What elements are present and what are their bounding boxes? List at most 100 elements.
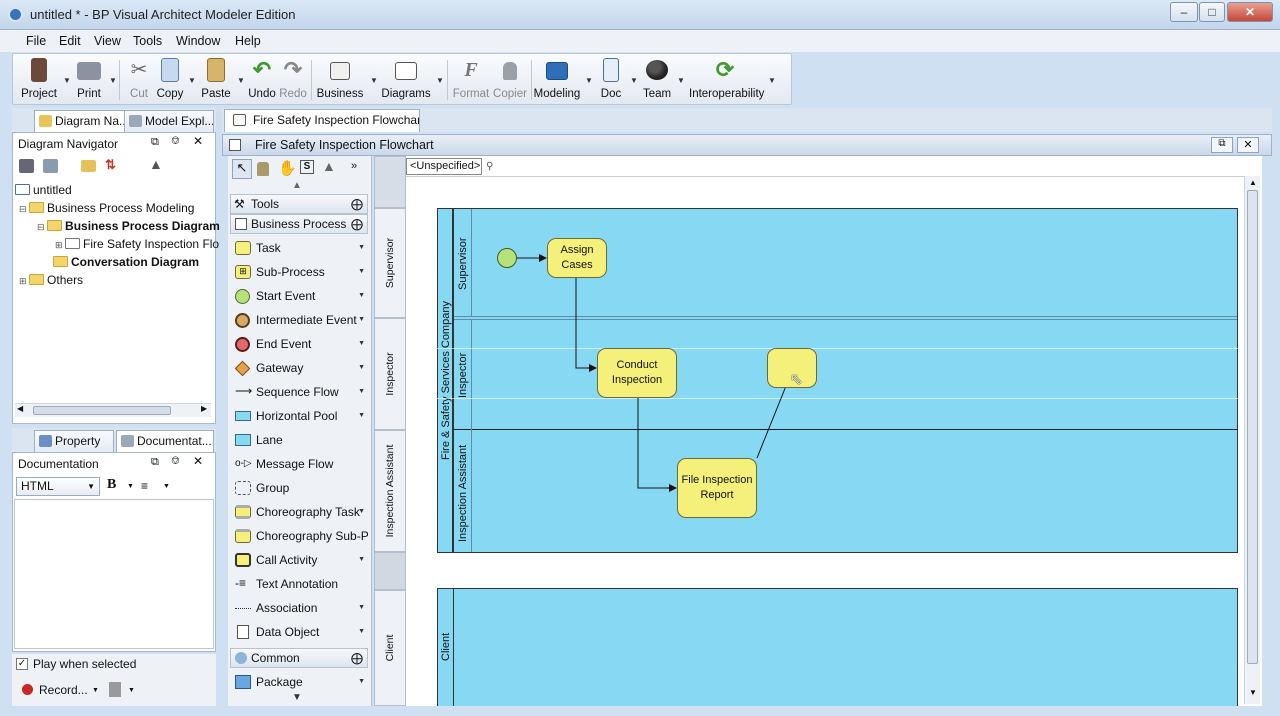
palette-item-sub-process[interactable]: ⊞ Sub-Process ▼ [230, 261, 368, 283]
palette-item-data-object[interactable]: Data Object ▼ [230, 621, 368, 643]
palette-item-intermediate-event[interactable]: Intermediate Event ▼ [230, 309, 368, 331]
palette-item-task[interactable]: Task ▼ [230, 237, 368, 259]
format-button[interactable]: F Format [451, 56, 491, 100]
task-conduct-inspection[interactable]: Conduct Inspection [597, 348, 677, 398]
close-button[interactable]: ✕ [1227, 2, 1273, 22]
sequence-flow-conduct-to-file[interactable] [637, 398, 677, 492]
align-dropdown-arrow[interactable]: ▼ [163, 483, 170, 490]
palette-item-horizontal-pool[interactable]: Horizontal Pool ▼ [230, 405, 368, 427]
tab-fire-safety-inspection-flowchart[interactable]: Fire Safety Inspection Flowchart [224, 109, 420, 132]
diagrams-dropdown-arrow[interactable]: ▼ [436, 76, 444, 85]
format-select[interactable]: HTML ▼ [16, 477, 100, 496]
palette-item-call-activity[interactable]: Call Activity ▼ [230, 549, 368, 571]
sequence-flow-assign-to-conduct[interactable] [575, 278, 597, 372]
menu-file[interactable]: File [26, 34, 46, 48]
team-dropdown-arrow[interactable]: ▼ [677, 76, 685, 85]
interoperability-dropdown-arrow[interactable]: ▼ [768, 76, 776, 85]
lane-tab-top[interactable] [374, 156, 406, 208]
maximize-button[interactable]: □ [1199, 2, 1225, 22]
palette-item-gateway[interactable]: Gateway ▼ [230, 357, 368, 379]
lane-tab-client[interactable]: Client [374, 590, 406, 706]
palette-item-start-event[interactable]: Start Event ▼ [230, 285, 368, 307]
business-button[interactable]: Business [315, 56, 365, 100]
lane-tab-supervisor[interactable]: Supervisor [374, 208, 406, 318]
diagram-canvas[interactable]: <Unspecified> ⚲ Fire & Safety Services C… [406, 156, 1262, 706]
tree-item-untitled[interactable]: untitled [15, 183, 72, 197]
submenu-arrow-icon[interactable]: ▼ [358, 333, 365, 355]
tab-diagram-navigator[interactable]: Diagram Na... [34, 110, 132, 132]
submenu-arrow-icon[interactable]: ▼ [358, 405, 365, 427]
palette-item-package[interactable]: Package ▼ [230, 671, 368, 693]
task-assign-cases[interactable]: Assign Cases [547, 238, 607, 278]
redo-button[interactable]: ↷ Redo [278, 56, 308, 101]
modeling-dropdown-arrow[interactable]: ▼ [585, 76, 593, 85]
submenu-arrow-icon[interactable]: ▼ [358, 357, 365, 379]
collapse-icon[interactable]: ▲ [149, 156, 163, 172]
tab-documentation[interactable]: Documentat... [116, 430, 214, 452]
palette-item-choreography-sub-process[interactable]: Choreography Sub-Proc [230, 525, 368, 547]
palette-item-end-event[interactable]: End Event ▼ [230, 333, 368, 355]
pin-icon[interactable]: ⎊ [171, 135, 180, 148]
documentation-textarea[interactable] [14, 499, 214, 649]
submenu-arrow-icon[interactable]: ▼ [358, 381, 365, 403]
submenu-arrow-icon[interactable]: ▼ [358, 237, 365, 259]
expand-group-icon[interactable]: ⨁ [351, 649, 363, 667]
menu-edit[interactable]: Edit [59, 34, 81, 48]
lane-tab-inspection-assistant[interactable]: Inspection Assistant [374, 430, 406, 552]
palette-item-lane[interactable]: Lane [230, 429, 368, 451]
palette-item-message-flow[interactable]: o-▷ Message Flow [230, 453, 368, 475]
palette-item-sequence-flow[interactable]: ⟶ Sequence Flow ▼ [230, 381, 368, 403]
palette-group-common[interactable]: Common ⨁ [230, 648, 368, 668]
tree-item-conversation-diagram[interactable]: Conversation Diagram [53, 255, 199, 269]
business-dropdown-arrow[interactable]: ▼ [370, 76, 378, 85]
collapse-toggle-icon[interactable]: ⊟ [37, 222, 47, 232]
restore-panel-icon[interactable]: ⧉ [151, 456, 159, 469]
expand-toggle-icon[interactable]: ⊞ [19, 276, 29, 286]
horizontal-scrollbar[interactable]: ◀ ▶ [15, 403, 211, 417]
tab-model-explorer[interactable]: Model Expl... [124, 110, 214, 132]
lane-tab-inspector[interactable]: Inspector [374, 318, 406, 430]
undo-button[interactable]: ↶ Undo [247, 56, 277, 101]
expand-group-icon[interactable]: ⨁ [351, 215, 363, 233]
modeling-button[interactable]: Modeling [533, 56, 581, 100]
submenu-arrow-icon[interactable]: ▼ [358, 501, 365, 523]
print-dropdown-arrow[interactable]: ▼ [109, 76, 117, 85]
more-tools-icon[interactable]: » [351, 160, 357, 172]
task-file-inspection-report[interactable]: File Inspection Report [677, 458, 757, 518]
submenu-arrow-icon[interactable]: ▼ [358, 549, 365, 571]
scroll-up-icon[interactable]: ▲ [1249, 178, 1257, 187]
palette-group-business-process[interactable]: Business Process ⨁ [230, 214, 368, 234]
triangle-icon[interactable]: ▲ [322, 158, 336, 174]
paste-dropdown-arrow[interactable]: ▼ [237, 76, 245, 85]
restore-editor-icon[interactable]: ⧉ [1211, 137, 1233, 153]
close-panel-icon[interactable]: ✕ [193, 134, 203, 148]
doc-dropdown-arrow[interactable]: ▼ [630, 76, 638, 85]
menu-tools[interactable]: Tools [133, 34, 162, 48]
selector-icon[interactable]: ↖ [232, 159, 252, 179]
submenu-arrow-icon[interactable]: ▼ [358, 597, 365, 619]
file-dropdown-arrow[interactable]: ▼ [128, 687, 135, 694]
project-button[interactable]: Project [19, 56, 59, 100]
print-button[interactable]: Print [71, 56, 107, 100]
copy-dropdown-arrow[interactable]: ▼ [188, 76, 196, 85]
cut-button[interactable]: ✂ Cut [125, 56, 153, 100]
scroll-down-icon[interactable]: ▼ [292, 692, 302, 703]
team-button[interactable]: Team [639, 56, 675, 100]
sort-icon[interactable]: ⇅ [105, 157, 116, 173]
open-folder-icon[interactable] [81, 160, 96, 172]
close-editor-icon[interactable]: ✕ [1237, 137, 1259, 153]
sequence-flow-file-to-new[interactable] [756, 385, 787, 459]
copier-button[interactable]: Copier [491, 56, 529, 100]
doc-button[interactable]: Doc [597, 56, 625, 100]
lock-icon[interactable] [257, 162, 269, 176]
expand-group-icon[interactable]: ⨁ [351, 195, 363, 213]
submenu-arrow-icon[interactable]: ▼ [358, 621, 365, 643]
scroll-up-icon[interactable]: ▲ [292, 180, 302, 191]
project-dropdown-arrow[interactable]: ▼ [63, 76, 71, 85]
palette-item-group[interactable]: Group [230, 477, 368, 499]
tab-property[interactable]: Property [34, 430, 114, 452]
diagrams-button[interactable]: Diagrams [381, 56, 431, 100]
submenu-arrow-icon[interactable]: ▼ [358, 309, 365, 331]
palette-group-tools[interactable]: ⚒ Tools ⨁ [230, 194, 368, 214]
minimize-button[interactable]: – [1170, 2, 1198, 22]
